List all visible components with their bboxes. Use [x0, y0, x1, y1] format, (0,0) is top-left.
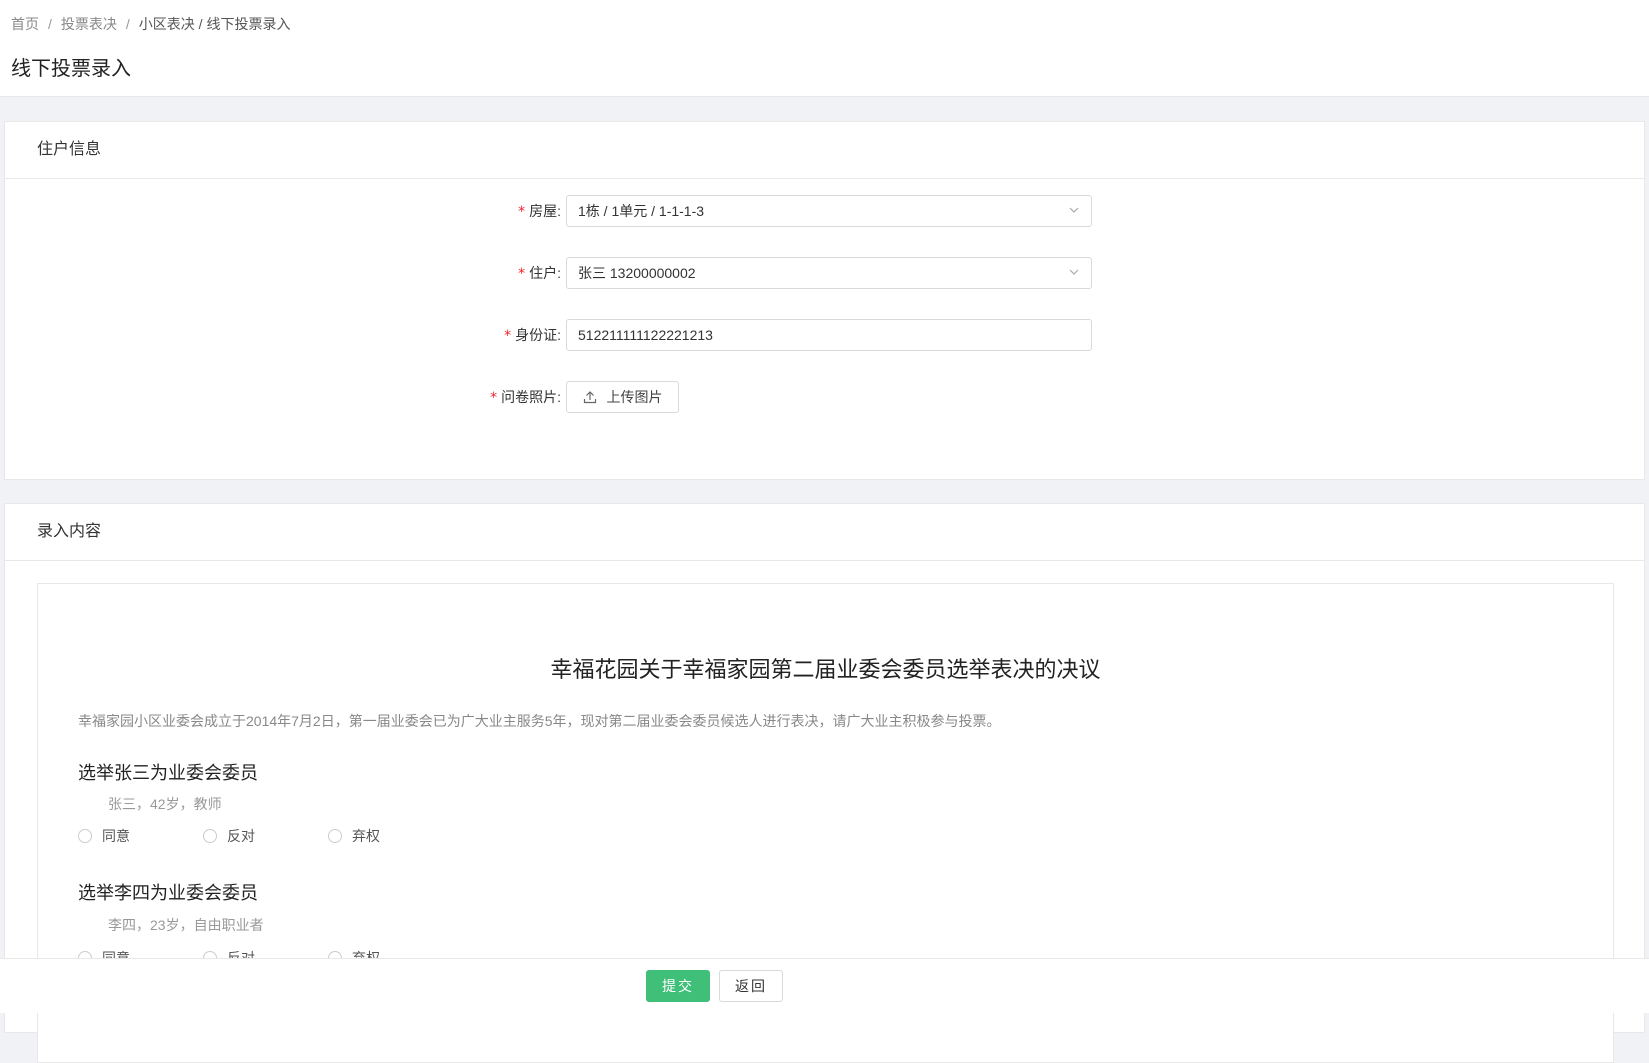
question-title: 选举李四为业委会委员 — [78, 883, 258, 903]
photo-row: * 问卷照片: 上传图片 — [5, 381, 1105, 415]
survey-title: 幸福花园关于幸福家园第二届业委会委员选举表决的决议 — [550, 657, 1101, 682]
q1-radio-agree[interactable]: 同意 — [78, 826, 130, 846]
resident-label: * 住户: — [518, 265, 561, 282]
breadcrumb-separator: / — [125, 16, 130, 32]
id-card-input[interactable]: 512211111122221213 — [566, 319, 1092, 351]
radio-circle — [78, 829, 92, 843]
required-mark: * — [518, 204, 526, 220]
question-subtitle: 张三，42岁，教师 — [108, 796, 222, 812]
chevron-down-icon — [1069, 269, 1079, 275]
house-select[interactable]: 1栋 / 1单元 / 1-1-1-3 — [566, 195, 1092, 227]
required-mark: * — [490, 390, 498, 406]
survey-description: 幸福家园小区业委会成立于2014年7月2日，第一届业委会已为广大业主服务5年，现… — [78, 713, 1001, 729]
resident-info-title: 住户信息 — [5, 122, 1644, 179]
footer-bar: 提交 返回 — [0, 958, 1649, 1013]
breadcrumb-voting[interactable]: 投票表决 — [61, 14, 117, 34]
entry-content-card: 录入内容 幸福花园关于幸福家园第二届业委会委员选举表决的决议 幸福家园小区业委会… — [4, 503, 1645, 1063]
resident-row: * 住户: 张三 13200000002 — [5, 257, 1105, 291]
required-mark: * — [504, 328, 512, 344]
radio-circle — [203, 829, 217, 843]
back-button[interactable]: 返回 — [719, 970, 783, 1002]
submit-button[interactable]: 提交 — [646, 970, 710, 1002]
breadcrumb-current: 小区表决 / 线下投票录入 — [138, 16, 291, 32]
question-title: 选举张三为业委会委员 — [78, 763, 258, 783]
page-header: 首页 / 投票表决 / 小区表决 / 线下投票录入 线下投票录入 — [0, 0, 1649, 97]
breadcrumb-separator: / — [48, 16, 52, 32]
radio-circle — [328, 829, 342, 843]
chevron-down-icon — [1069, 207, 1079, 213]
page-title: 线下投票录入 — [11, 58, 131, 80]
breadcrumb: 首页 / 投票表决 / 小区表决 / 线下投票录入 — [11, 14, 290, 34]
upload-icon — [583, 391, 596, 404]
house-row: * 房屋: 1栋 / 1单元 / 1-1-1-3 — [5, 195, 1105, 229]
upload-image-label: 上传图片 — [606, 389, 663, 405]
house-label: * 房屋: — [518, 203, 561, 220]
upload-image-button[interactable]: 上传图片 — [566, 381, 679, 413]
entry-content-title: 录入内容 — [5, 504, 1644, 561]
breadcrumb-home[interactable]: 首页 — [11, 14, 39, 34]
id-card-row: * 身份证: 512211111122221213 — [5, 319, 1105, 353]
q1-radio-abstain[interactable]: 弃权 — [328, 826, 380, 846]
house-select-value: 1栋 / 1单元 / 1-1-1-3 — [578, 203, 705, 219]
resident-info-card: 住户信息 * 房屋: 1栋 / 1单元 / 1-1-1-3 * 住户: 张三 132… — [4, 121, 1645, 480]
resident-select-value: 张三 13200000002 — [578, 265, 696, 281]
id-card-label: * 身份证: — [504, 327, 561, 344]
resident-select[interactable]: 张三 13200000002 — [566, 257, 1092, 289]
q1-radio-oppose[interactable]: 反对 — [203, 826, 255, 846]
required-mark: * — [518, 266, 526, 282]
photo-label: * 问卷照片: — [490, 389, 561, 406]
question-subtitle: 李四，23岁，自由职业者 — [108, 917, 264, 933]
